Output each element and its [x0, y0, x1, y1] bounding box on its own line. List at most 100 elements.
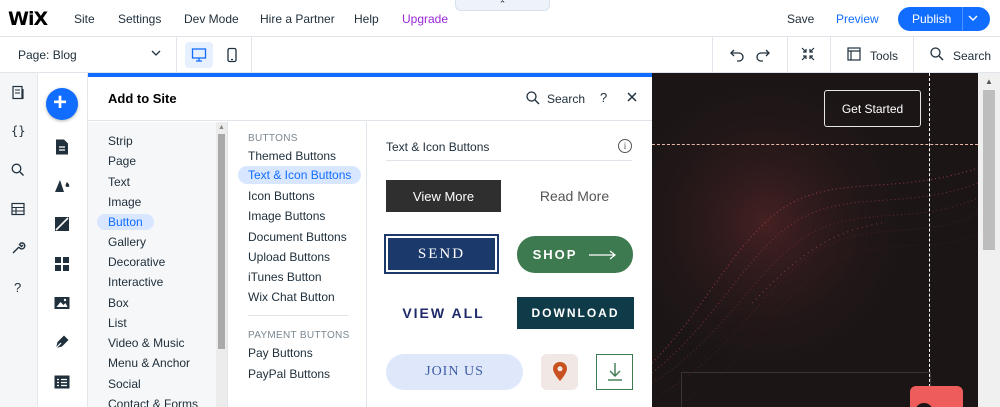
- category-menu-anchor[interactable]: Menu & Anchor: [108, 356, 190, 370]
- menu-settings[interactable]: Settings: [118, 12, 161, 26]
- tools-button[interactable]: Tools: [870, 49, 898, 63]
- search-icon[interactable]: [10, 162, 26, 181]
- desktop-icon: [191, 48, 207, 62]
- blog-icon[interactable]: [53, 333, 71, 354]
- plus-icon: +: [53, 89, 68, 116]
- scrollbar-thumb[interactable]: [218, 134, 225, 349]
- database-icon[interactable]: [10, 201, 26, 220]
- category-button[interactable]: Button: [97, 214, 154, 230]
- media-icon[interactable]: [53, 294, 71, 315]
- itunes-button-item[interactable]: iTunes Button: [248, 270, 322, 284]
- save-button[interactable]: Save: [787, 12, 814, 26]
- wix-logo[interactable]: WiX: [8, 8, 48, 30]
- category-strip[interactable]: Strip: [108, 134, 133, 148]
- category-list[interactable]: List: [108, 316, 127, 330]
- add-elements-button[interactable]: +: [46, 88, 78, 120]
- divider: [176, 37, 177, 73]
- chevron-down-icon[interactable]: [968, 9, 978, 30]
- zoom-out-icon[interactable]: [800, 46, 816, 65]
- join-us-sample-button[interactable]: JOIN US: [386, 354, 523, 390]
- divider: [787, 37, 788, 73]
- view-more-sample-button[interactable]: View More: [386, 180, 501, 212]
- top-bar: WiX Site Settings Dev Mode Hire a Partne…: [0, 0, 1000, 37]
- page-icon[interactable]: [53, 138, 71, 159]
- business-icon[interactable]: [53, 373, 71, 394]
- shop-sample-button[interactable]: SHOP: [517, 236, 633, 273]
- scroll-up-icon[interactable]: ▲: [218, 124, 225, 131]
- design-icon[interactable]: [53, 176, 73, 197]
- redo-icon[interactable]: [755, 46, 771, 65]
- publish-button[interactable]: Publish: [898, 7, 990, 31]
- undo-icon[interactable]: [729, 46, 745, 65]
- svg-text:{}: {}: [11, 124, 25, 138]
- category-social[interactable]: Social: [108, 377, 141, 391]
- button-samples: Text & Icon Buttons i View More Read Mor…: [367, 122, 652, 407]
- search-icon[interactable]: [929, 46, 945, 65]
- icon-buttons-item[interactable]: Icon Buttons: [248, 189, 315, 203]
- category-page[interactable]: Page: [108, 154, 136, 168]
- themed-buttons-item[interactable]: Themed Buttons: [248, 149, 336, 163]
- divider: [712, 37, 713, 73]
- buttons-heading: BUTTONS: [248, 133, 298, 144]
- document-buttons-item[interactable]: Document Buttons: [248, 230, 347, 244]
- close-icon[interactable]: [625, 90, 639, 107]
- divider: [251, 37, 252, 73]
- mobile-view-button[interactable]: [218, 42, 246, 68]
- category-box[interactable]: Box: [108, 296, 129, 310]
- menu-site[interactable]: Site: [74, 12, 95, 26]
- menu-help[interactable]: Help: [354, 12, 379, 26]
- background-icon[interactable]: [53, 215, 71, 236]
- chevron-down-icon[interactable]: [150, 46, 162, 63]
- tools-icon[interactable]: [846, 46, 862, 65]
- info-icon[interactable]: i: [618, 139, 632, 153]
- view-all-sample-button[interactable]: VIEW ALL: [386, 296, 501, 330]
- category-scrollbar[interactable]: ▲: [216, 122, 227, 407]
- get-started-button[interactable]: Get Started: [824, 90, 921, 127]
- paypal-buttons-item[interactable]: PayPal Buttons: [248, 367, 330, 381]
- category-video-music[interactable]: Video & Music: [108, 336, 184, 350]
- code-icon[interactable]: {}: [10, 123, 28, 142]
- search-icon[interactable]: [525, 90, 541, 109]
- read-more-sample-button[interactable]: Read More: [517, 180, 632, 212]
- category-contact-forms[interactable]: Contact & Forms: [108, 397, 198, 407]
- panel-title: Add to Site: [108, 91, 177, 106]
- scroll-up-icon[interactable]: ▲: [985, 77, 993, 86]
- wix-chat-button-item[interactable]: Wix Chat Button: [248, 290, 335, 304]
- location-pin-icon: [552, 362, 567, 381]
- send-sample-button[interactable]: SEND: [384, 234, 499, 274]
- desktop-view-button[interactable]: [185, 42, 213, 68]
- page-selector[interactable]: Page: Blog: [18, 48, 77, 62]
- apps-icon[interactable]: [53, 255, 71, 276]
- text-icon-buttons-item[interactable]: Text & Icon Buttons: [238, 166, 362, 184]
- editor-toolbar: Page: Blog Tools Search: [0, 37, 1000, 73]
- search-button[interactable]: Search: [953, 49, 991, 63]
- category-image[interactable]: Image: [108, 195, 141, 209]
- chat-widget[interactable]: [910, 386, 963, 407]
- category-decorative[interactable]: Decorative: [108, 255, 165, 269]
- help-button[interactable]: ?: [600, 90, 607, 105]
- location-pin-sample-button[interactable]: [541, 354, 578, 390]
- category-text[interactable]: Text: [108, 175, 130, 189]
- wrench-icon[interactable]: [10, 240, 26, 259]
- collapse-toolbar-button[interactable]: ⌃: [455, 0, 550, 11]
- canvas-scrollbar[interactable]: ▲: [978, 73, 1000, 407]
- scrollbar-thumb[interactable]: [983, 90, 995, 250]
- canvas-content-box[interactable]: [681, 372, 931, 407]
- category-interactive[interactable]: Interactive: [108, 275, 163, 289]
- category-list: Strip Page Text Image Button Gallery Dec…: [88, 122, 228, 407]
- preview-button[interactable]: Preview: [836, 12, 879, 26]
- pages-icon[interactable]: [10, 85, 26, 104]
- menu-dev-mode[interactable]: Dev Mode: [184, 12, 239, 26]
- download-sample-button[interactable]: DOWNLOAD: [517, 297, 634, 329]
- menu-hire-a-partner[interactable]: Hire a Partner: [260, 12, 335, 26]
- help-icon[interactable]: ?: [10, 279, 26, 298]
- menu-upgrade[interactable]: Upgrade: [402, 12, 448, 26]
- pay-buttons-item[interactable]: Pay Buttons: [248, 346, 313, 360]
- vertical-guide: [929, 73, 930, 407]
- upload-buttons-item[interactable]: Upload Buttons: [248, 250, 330, 264]
- panel-search-button[interactable]: Search: [547, 92, 585, 106]
- download-icon-sample-button[interactable]: [596, 354, 633, 390]
- image-buttons-item[interactable]: Image Buttons: [248, 209, 325, 223]
- site-canvas[interactable]: Get Started: [652, 73, 978, 407]
- category-gallery[interactable]: Gallery: [108, 235, 146, 249]
